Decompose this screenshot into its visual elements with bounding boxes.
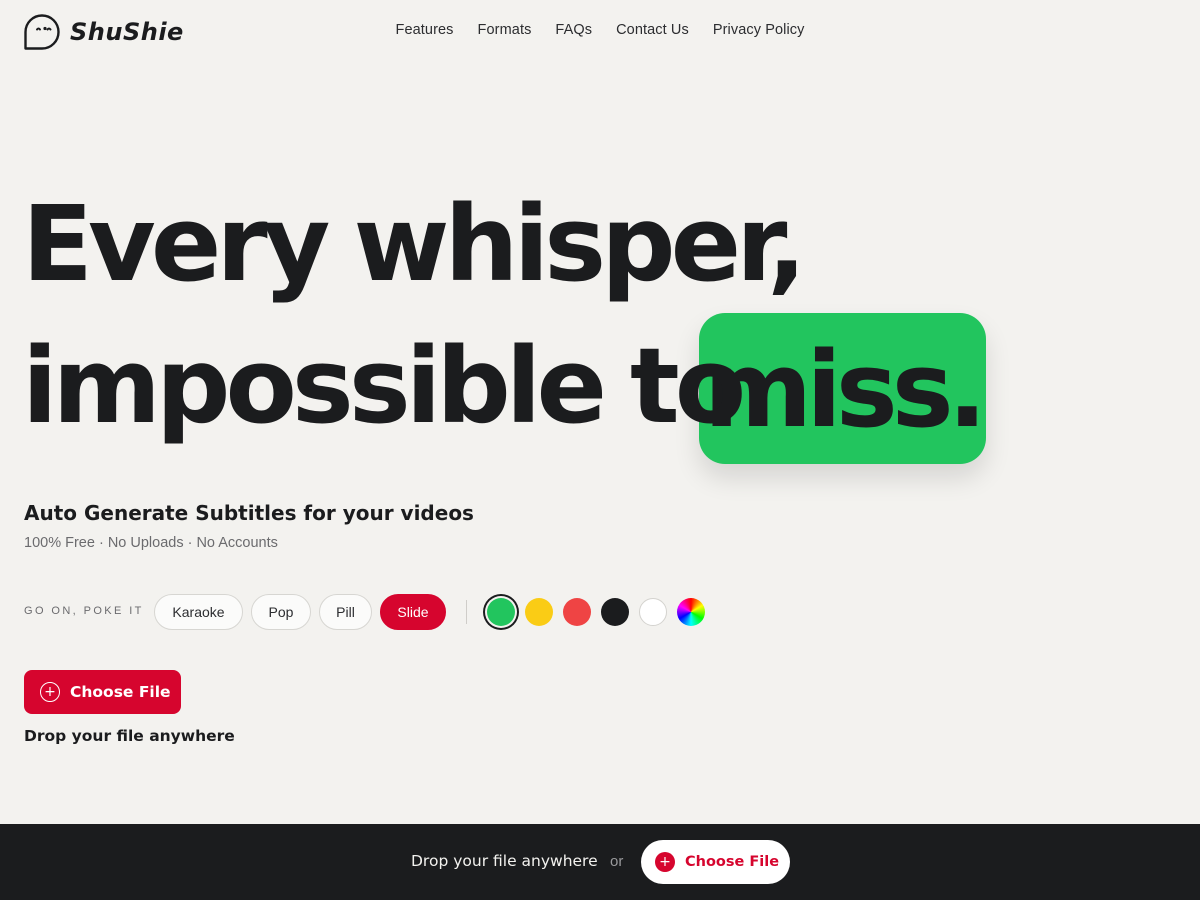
style-chip-pop[interactable]: Pop: [251, 594, 311, 630]
style-chip-pill[interactable]: Pill: [319, 594, 372, 630]
hero-word-whisper: whisper,: [353, 183, 806, 305]
style-picker-label: GO ON, POKE IT: [24, 605, 144, 617]
hero-headline-line-1: Every whisper,: [22, 192, 807, 296]
color-swatch-white[interactable]: [639, 598, 667, 626]
nav-link-features[interactable]: Features: [396, 22, 454, 38]
hero-highlight-word: miss.: [703, 329, 987, 451]
nav-link-contact-us[interactable]: Contact Us: [616, 22, 689, 38]
hero-word-impossible: impossible: [22, 325, 607, 447]
hero-tagline: 100% Free · No Uploads · No Accounts: [24, 535, 278, 551]
bottom-or-text: or: [610, 853, 624, 870]
hero-word-to: to: [630, 325, 746, 447]
picker-divider: [466, 600, 467, 624]
color-swatch-yellow[interactable]: [525, 598, 553, 626]
site-header: ShuShie Features Formats FAQs Contact Us…: [0, 0, 1200, 64]
nav-link-faqs[interactable]: FAQs: [555, 22, 592, 38]
bottom-drop-hint: Drop your file anywhere: [411, 852, 598, 870]
bottom-choose-file-button[interactable]: + Choose File: [641, 840, 790, 884]
hero-headline-line-2: impossible to: [22, 334, 746, 438]
plus-circle-icon: +: [655, 852, 675, 872]
color-swatch-custom-rainbow[interactable]: [677, 598, 705, 626]
color-swatch-green[interactable]: [487, 598, 515, 626]
hero-subtitle: Auto Generate Subtitles for your videos: [24, 501, 474, 525]
plus-circle-icon: +: [40, 682, 60, 702]
main-nav: Features Formats FAQs Contact Us Privacy…: [0, 22, 1200, 38]
hero-highlight-pill: miss.: [699, 313, 987, 464]
choose-file-label: Choose File: [70, 683, 171, 701]
hero-word-every: Every: [22, 183, 330, 305]
drop-file-hint: Drop your file anywhere: [24, 727, 235, 745]
choose-file-button[interactable]: + Choose File: [24, 670, 181, 714]
nav-link-formats[interactable]: Formats: [478, 22, 532, 38]
color-swatch-black[interactable]: [601, 598, 629, 626]
color-swatch-red[interactable]: [563, 598, 591, 626]
bottom-choose-file-label: Choose File: [685, 854, 780, 870]
style-chip-slide[interactable]: Slide: [380, 594, 446, 630]
nav-link-privacy-policy[interactable]: Privacy Policy: [713, 22, 805, 38]
bottom-upload-bar: Drop your file anywhere or + Choose File: [0, 824, 1200, 900]
style-chip-karaoke[interactable]: Karaoke: [154, 594, 243, 630]
